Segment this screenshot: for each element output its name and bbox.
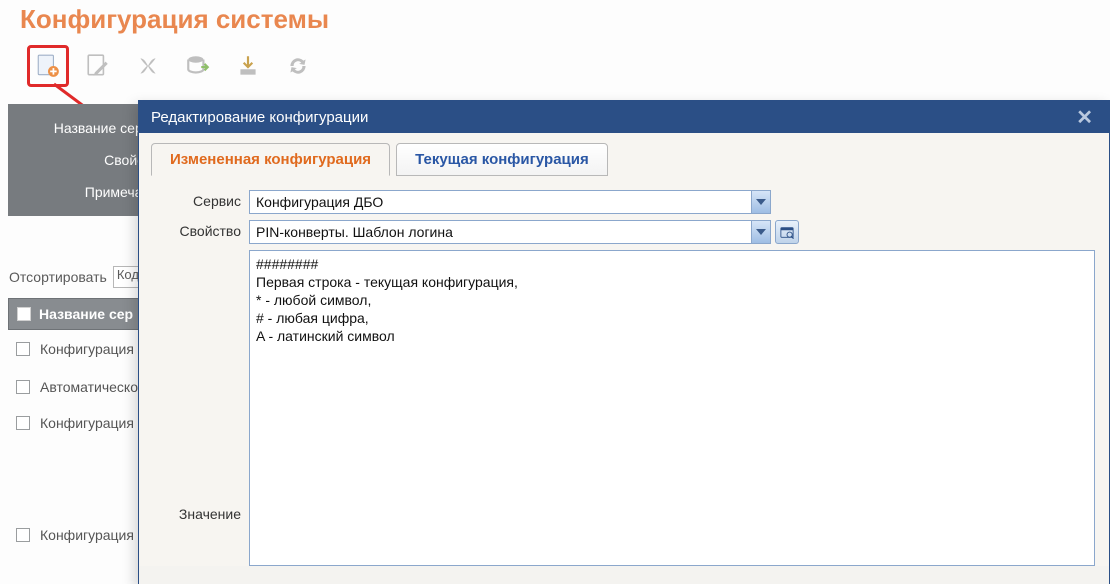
toolbar-edit-button[interactable]: [82, 50, 114, 82]
service-combo-trigger[interactable]: [751, 191, 770, 213]
row-checkbox[interactable]: [16, 380, 30, 394]
row-checkbox[interactable]: [16, 342, 30, 356]
row-label: Конфигурация: [40, 415, 134, 431]
upload-db-icon: [185, 53, 211, 79]
toolbar-upload-button[interactable]: [182, 50, 214, 82]
document-plus-icon: [35, 53, 61, 79]
row-label: Конфигурация: [40, 527, 134, 543]
chevron-down-icon: [756, 198, 766, 206]
tab-changed-config[interactable]: Измененная конфигурация: [151, 143, 390, 176]
service-combo[interactable]: Конфигурация ДБО: [249, 190, 771, 214]
property-combo[interactable]: PIN-конверты. Шаблон логина: [249, 220, 771, 244]
label-service: Сервис: [151, 190, 249, 209]
tab-current-config[interactable]: Текущая конфигурация: [396, 143, 608, 176]
label-value: Значение: [151, 294, 249, 522]
refresh-icon: [285, 53, 311, 79]
row-checkbox[interactable]: [16, 528, 30, 542]
service-combo-text[interactable]: Конфигурация ДБО: [250, 191, 751, 213]
toolbar-new-button[interactable]: [27, 45, 69, 87]
download-icon: [235, 53, 261, 79]
label-property: Свойство: [151, 220, 249, 239]
dialog-tabs: Измененная конфигурация Текущая конфигур…: [151, 143, 1097, 176]
row-label: Конфигурация: [40, 341, 134, 357]
property-combo-text[interactable]: PIN-конверты. Шаблон логина: [250, 221, 751, 243]
delete-x-icon: [135, 53, 161, 79]
edit-config-dialog: Редактирование конфигурации ✕ Измененная…: [138, 100, 1110, 584]
dialog-header[interactable]: Редактирование конфигурации ✕: [139, 101, 1109, 133]
lookup-icon: [780, 225, 794, 239]
toolbar: [32, 50, 314, 82]
page-title: Конфигурация системы: [20, 4, 329, 35]
grid-header-label: Название сер: [39, 306, 133, 322]
toolbar-delete-button[interactable]: [132, 50, 164, 82]
toolbar-download-button[interactable]: [232, 50, 264, 82]
dialog-title: Редактирование конфигурации: [151, 109, 368, 126]
sort-row: Отсортировать Код: [9, 266, 151, 288]
close-icon: ✕: [1076, 107, 1093, 129]
grid-header-checkbox[interactable]: [17, 307, 31, 321]
field-value: Значение: [151, 250, 1097, 566]
field-service: Сервис Конфигурация ДБО: [151, 190, 1097, 214]
value-textarea[interactable]: [249, 250, 1095, 566]
dialog-close-button[interactable]: ✕: [1072, 105, 1097, 130]
row-label: Автоматическо: [40, 379, 138, 395]
row-checkbox[interactable]: [16, 416, 30, 430]
document-edit-icon: [85, 53, 111, 79]
property-combo-trigger[interactable]: [751, 221, 770, 243]
dialog-body: Измененная конфигурация Текущая конфигур…: [139, 133, 1109, 566]
sort-label: Отсортировать: [9, 269, 107, 285]
chevron-down-icon: [756, 228, 766, 236]
toolbar-refresh-button[interactable]: [282, 50, 314, 82]
property-lookup-button[interactable]: [775, 220, 799, 244]
field-property: Свойство PIN-конверты. Шаблон логина: [151, 220, 1097, 244]
